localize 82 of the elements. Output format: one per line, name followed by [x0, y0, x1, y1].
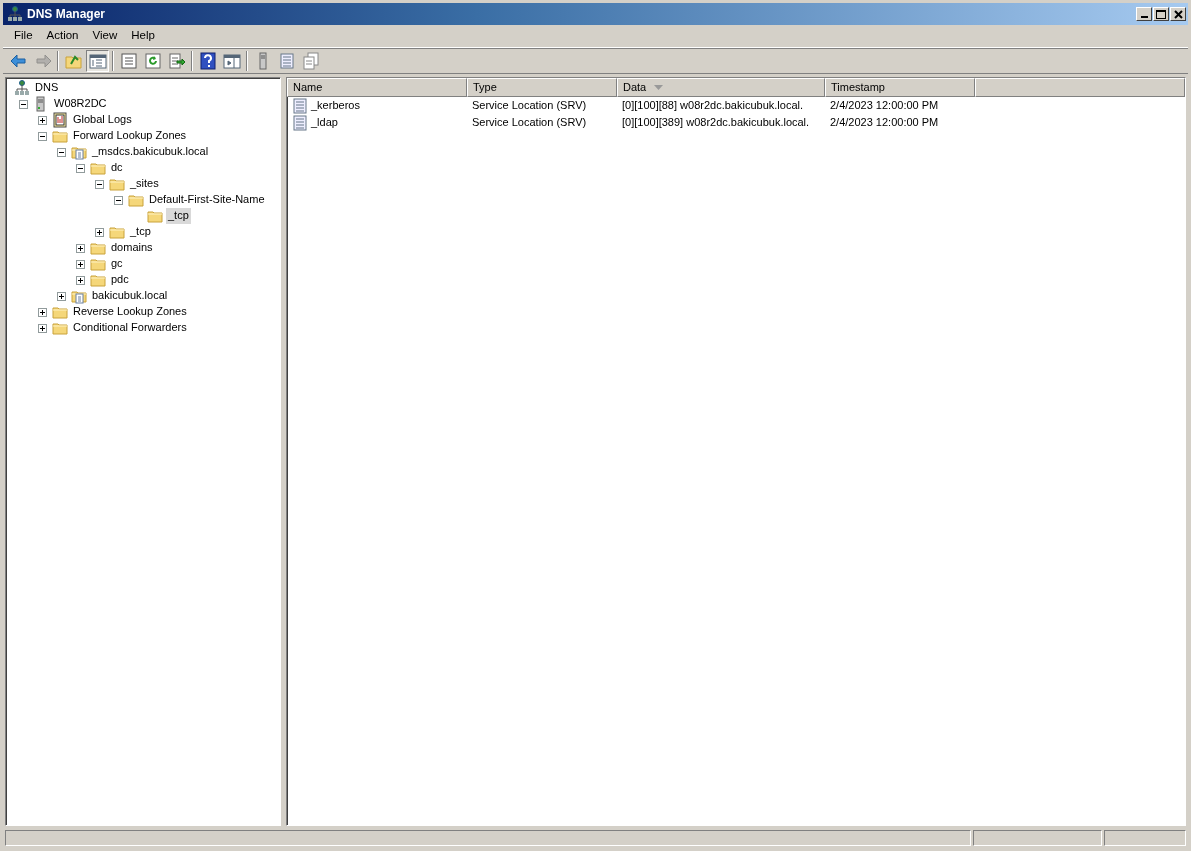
list-icon [277, 52, 296, 70]
network-icon [14, 80, 30, 96]
tree-item[interactable]: _tcp [128, 224, 153, 240]
folder-icon [90, 160, 106, 176]
network-icon [7, 6, 23, 22]
tree-item[interactable]: DNS [33, 80, 61, 96]
tree-item[interactable]: Forward Lookup Zones [71, 128, 189, 144]
zone-document-icon [71, 144, 87, 160]
folder-icon [52, 128, 68, 144]
back-arrow-icon [9, 52, 28, 70]
expand-toggle-icon[interactable] [76, 259, 85, 269]
folder-icon [128, 192, 144, 208]
collapse-toggle-icon[interactable] [38, 131, 47, 141]
menu-item[interactable]: View [85, 27, 125, 45]
collapse-toggle-icon[interactable] [57, 147, 66, 157]
zone-document-icon [71, 288, 87, 304]
expand-toggle-icon[interactable] [76, 275, 85, 285]
window-title: DNS Manager [27, 6, 107, 22]
expand-toggle-icon[interactable] [38, 307, 47, 317]
table-cell: Service Location (SRV) [472, 98, 587, 113]
column-header[interactable]: Type [467, 78, 617, 97]
copy-icon [301, 52, 320, 70]
tree-item[interactable]: _sites [128, 176, 161, 192]
collapse-toggle-icon[interactable] [76, 163, 85, 173]
record-icon [292, 114, 308, 131]
folder-icon [147, 208, 163, 224]
column-header[interactable]: Name [287, 78, 467, 97]
folder-icon [109, 224, 125, 240]
close-button[interactable] [1170, 7, 1186, 21]
forward-arrow-icon [33, 52, 52, 70]
expand-toggle-icon[interactable] [95, 227, 104, 237]
tree-item[interactable]: Default-First-Site-Name [147, 192, 267, 208]
table-cell: [0][100][88] w08r2dc.bakicubuk.local. [622, 98, 803, 113]
folder-icon [52, 320, 68, 336]
help-icon [198, 52, 217, 70]
maximize-icon [1156, 9, 1166, 19]
log-book-icon [52, 112, 68, 128]
tree-item[interactable]: domains [109, 240, 155, 256]
collapse-toggle-icon[interactable] [19, 99, 28, 109]
folder-icon [109, 176, 125, 192]
table-cell: 2/4/2023 12:00:00 PM [830, 115, 939, 130]
expand-toggle-icon[interactable] [38, 323, 47, 333]
collapse-toggle-icon[interactable] [114, 195, 123, 205]
expand-toggle-icon[interactable] [57, 291, 66, 301]
record-icon [292, 97, 308, 114]
folder-icon [90, 240, 106, 256]
table-cell: [0][100][389] w08r2dc.bakicubuk.local. [622, 115, 810, 130]
folder-icon [90, 272, 106, 288]
folder-icon [90, 256, 106, 272]
properties-sheet-icon [119, 52, 138, 70]
minimize-icon [1140, 16, 1148, 18]
menu-item[interactable]: Action [39, 27, 86, 45]
tree-item[interactable]: W08R2DC [52, 96, 109, 112]
tree-item[interactable]: Conditional Forwarders [71, 320, 189, 336]
folder-icon [52, 304, 68, 320]
record-name[interactable]: _kerberos [311, 98, 360, 113]
collapse-toggle-icon[interactable] [95, 179, 104, 189]
tree-item[interactable]: bakicubuk.local [90, 288, 170, 304]
expand-toggle-icon[interactable] [76, 243, 85, 253]
expand-toggle-icon[interactable] [38, 115, 47, 125]
tree-item[interactable]: _msdcs.bakicubuk.local [90, 144, 211, 160]
minimize-button[interactable] [1136, 7, 1152, 21]
menu-item[interactable]: Help [124, 27, 162, 45]
tree-item[interactable]: pdc [109, 272, 131, 288]
column-header[interactable]: Data [617, 78, 825, 97]
close-icon [1173, 9, 1183, 19]
column-header[interactable]: Timestamp [825, 78, 975, 97]
export-list-icon [167, 52, 186, 70]
tree-item[interactable]: Global Logs [71, 112, 134, 128]
menu-item[interactable]: File [7, 27, 40, 45]
refresh-icon [143, 52, 162, 70]
action-pane-icon [222, 52, 241, 70]
maximize-button[interactable] [1153, 7, 1169, 21]
table-cell: 2/4/2023 12:00:00 PM [830, 98, 939, 113]
tree-item[interactable]: dc [109, 160, 125, 176]
tree-item[interactable]: gc [109, 256, 125, 272]
tree-item[interactable]: _tcp [166, 208, 191, 224]
tree-pane-button[interactable] [86, 50, 109, 72]
tree-item[interactable]: Reverse Lookup Zones [71, 304, 189, 320]
record-name[interactable]: _ldap [311, 115, 338, 130]
table-cell: Service Location (SRV) [472, 115, 587, 130]
tree-pane-icon [88, 52, 107, 70]
